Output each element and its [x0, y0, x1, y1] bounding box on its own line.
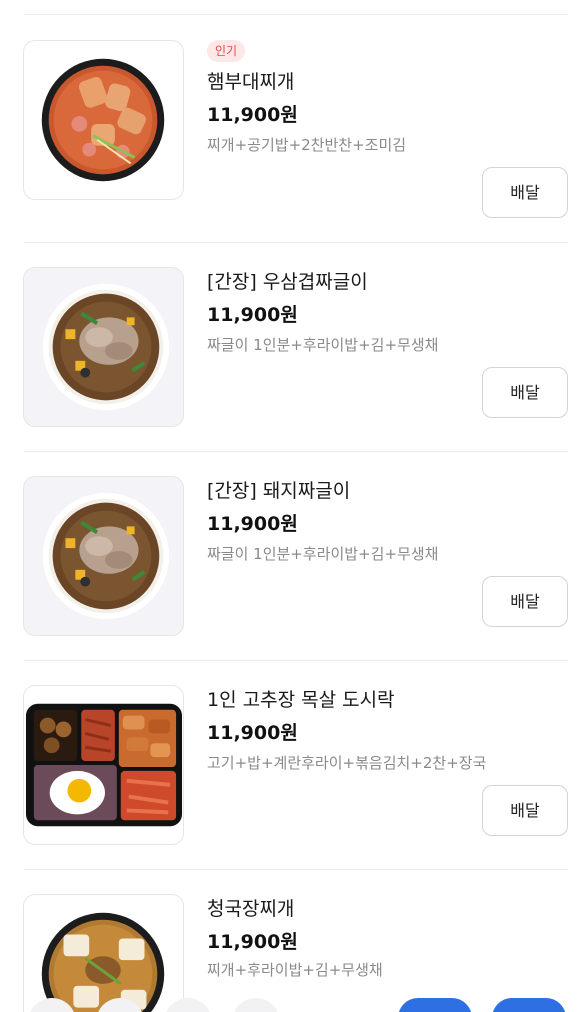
menu-item-price: 11,900원 [207, 513, 298, 535]
secondary-action-button[interactable] [492, 998, 566, 1012]
rice-bowl-icon[interactable] [23, 476, 184, 636]
menu-item-price: 11,900원 [207, 104, 298, 126]
menu-item-description: 고기+밥+계란후라이+볶음김치+2찬+장국 [207, 754, 487, 772]
menu-item-description: 짜글이 1인분+후라이밥+김+무생채 [207, 545, 439, 563]
item-divider [24, 451, 568, 452]
delivery-button[interactable]: 배달 [482, 167, 568, 218]
lunchbox-icon[interactable] [23, 685, 184, 845]
menu-item-name[interactable]: [간장] 우삼겹짜글이 [207, 267, 368, 294]
bottom-nav-button[interactable] [164, 998, 212, 1012]
item-divider [24, 242, 568, 243]
stew-bowl-icon[interactable] [23, 40, 184, 200]
top-divider [24, 14, 568, 15]
item-divider [24, 660, 568, 661]
stew-bowl-icon[interactable] [23, 894, 184, 1012]
bottom-nav-button[interactable] [232, 998, 280, 1012]
menu-item-name[interactable]: [간장] 돼지짜글이 [207, 476, 350, 503]
menu-item-price: 11,900원 [207, 304, 298, 326]
menu-item-description: 찌개+공기밥+2찬반찬+조미김 [207, 136, 407, 154]
menu-item-description: 찌개+후라이밥+김+무생채 [207, 961, 383, 979]
bottom-nav-button[interactable] [28, 998, 76, 1012]
menu-item-name[interactable]: 햄부대찌개 [207, 67, 294, 94]
menu-item[interactable]: 청국장찌개 11,900원 찌개+후라이밥+김+무생채 [0, 894, 580, 1012]
bottom-nav-button[interactable] [96, 998, 144, 1012]
bottom-action-bar [0, 998, 580, 1012]
primary-action-button[interactable] [398, 998, 472, 1012]
item-divider [24, 869, 568, 870]
menu-item[interactable]: [간장] 돼지짜글이 11,900원 짜글이 1인분+후라이밥+김+무생채 배달 [0, 476, 580, 685]
popular-badge: 인기 [207, 40, 246, 62]
delivery-button[interactable]: 배달 [482, 785, 568, 836]
rice-bowl-icon[interactable] [23, 267, 184, 427]
menu-item[interactable]: 인기 햄부대찌개 11,900원 찌개+공기밥+2찬반찬+조미김 배달 [0, 40, 580, 249]
menu-item-price: 11,900원 [207, 931, 298, 953]
delivery-button[interactable]: 배달 [482, 367, 568, 418]
menu-item[interactable]: [간장] 우삼겹짜글이 11,900원 짜글이 1인분+후라이밥+김+무생채 배… [0, 267, 580, 476]
delivery-button[interactable]: 배달 [482, 576, 568, 627]
menu-item-name[interactable]: 청국장찌개 [207, 894, 294, 921]
menu-item-price: 11,900원 [207, 722, 298, 744]
menu-item-description: 짜글이 1인분+후라이밥+김+무생채 [207, 336, 439, 354]
menu-item[interactable]: 1인 고추장 목살 도시락 11,900원 고기+밥+계란후라이+볶음김치+2찬… [0, 685, 580, 894]
menu-item-name[interactable]: 1인 고추장 목살 도시락 [207, 685, 395, 712]
